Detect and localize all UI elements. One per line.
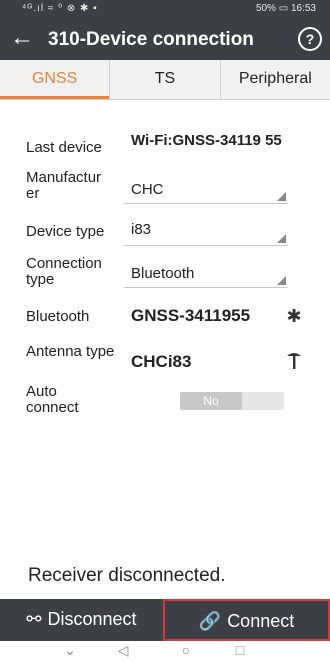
- connect-button[interactable]: 🔗 Connect: [163, 599, 330, 641]
- dropdown-caret-icon: [277, 234, 286, 243]
- tab-ts[interactable]: TS: [109, 60, 219, 99]
- disconnect-label: Disconnect: [47, 609, 137, 629]
- back-arrow-icon[interactable]: ←: [6, 23, 38, 55]
- toggle-state-label: No: [180, 392, 242, 410]
- device-type-label: Device type: [26, 223, 105, 240]
- device-type-value: i83: [131, 221, 152, 238]
- dropdown-caret-icon: [277, 192, 286, 201]
- signal-icons: ⁴ᴳ.ıl ≈ ⁰ ⊗ ✱ ▪: [22, 3, 98, 14]
- connection-type-dropdown[interactable]: Bluetooth: [124, 260, 288, 288]
- dropdown-caret-icon: [277, 276, 286, 285]
- manufacturer-value: CHC: [131, 181, 164, 198]
- tab-bar: GNSS TS Peripheral: [0, 60, 330, 100]
- last-device-value: Wi-Fi:GNSS-34119 55: [131, 132, 282, 149]
- system-nav-bar: ⌄ ◁ ○ □: [0, 641, 330, 662]
- page-title: 310-Device connection: [48, 29, 254, 50]
- antenna-icon[interactable]: [284, 350, 304, 370]
- antenna-icon-svg: [287, 353, 301, 369]
- auto-connect-label: Auto connect: [26, 383, 79, 416]
- connect-label: Connect: [227, 611, 295, 631]
- collapse-icon[interactable]: ⌄: [60, 642, 80, 659]
- manufacturer-label: Manufactur er: [26, 169, 102, 202]
- nav-recent-icon[interactable]: □: [230, 642, 250, 658]
- nav-back-icon[interactable]: ◁: [113, 642, 133, 659]
- antenna-type-label: Antenna type: [26, 343, 115, 360]
- connection-type-value: Bluetooth: [131, 265, 195, 282]
- link-icon: 🔗: [198, 611, 222, 631]
- app-bar: ← 310-Device connection ?: [0, 18, 330, 60]
- status-right: 50% ▭ 16:53: [256, 3, 316, 14]
- battery-percentage: 50%: [255, 3, 276, 14]
- tab-peripheral[interactable]: Peripheral: [219, 60, 330, 99]
- unlink-icon: ⚯: [26, 609, 42, 629]
- bluetooth-device-value: GNSS-3411955: [131, 306, 251, 325]
- disconnect-button[interactable]: ⚯ Disconnect: [0, 599, 163, 641]
- connection-status-message: Receiver disconnected.: [28, 565, 226, 586]
- connection-type-label: Connection type: [26, 255, 102, 288]
- bluetooth-label: Bluetooth: [26, 308, 90, 325]
- auto-connect-toggle[interactable]: No: [180, 392, 284, 410]
- system-status-bar: ⁴ᴳ.ıl ≈ ⁰ ⊗ ✱ ▪ 50% ▭ 16:53: [0, 0, 330, 18]
- tab-gnss[interactable]: GNSS: [0, 60, 110, 99]
- manufacturer-dropdown[interactable]: CHC: [124, 176, 288, 204]
- clock: 16:53: [290, 3, 316, 14]
- device-type-dropdown[interactable]: i83: [124, 218, 288, 246]
- last-device-label: Last device: [26, 139, 102, 156]
- help-icon[interactable]: ?: [298, 27, 322, 51]
- bottom-action-bar: ⚯ Disconnect 🔗 Connect: [0, 599, 330, 641]
- battery-icon: ▭: [278, 3, 289, 14]
- nav-home-icon[interactable]: ○: [176, 642, 196, 658]
- antenna-type-value: CHCi83: [131, 352, 192, 371]
- bluetooth-icon[interactable]: ✱: [284, 306, 304, 326]
